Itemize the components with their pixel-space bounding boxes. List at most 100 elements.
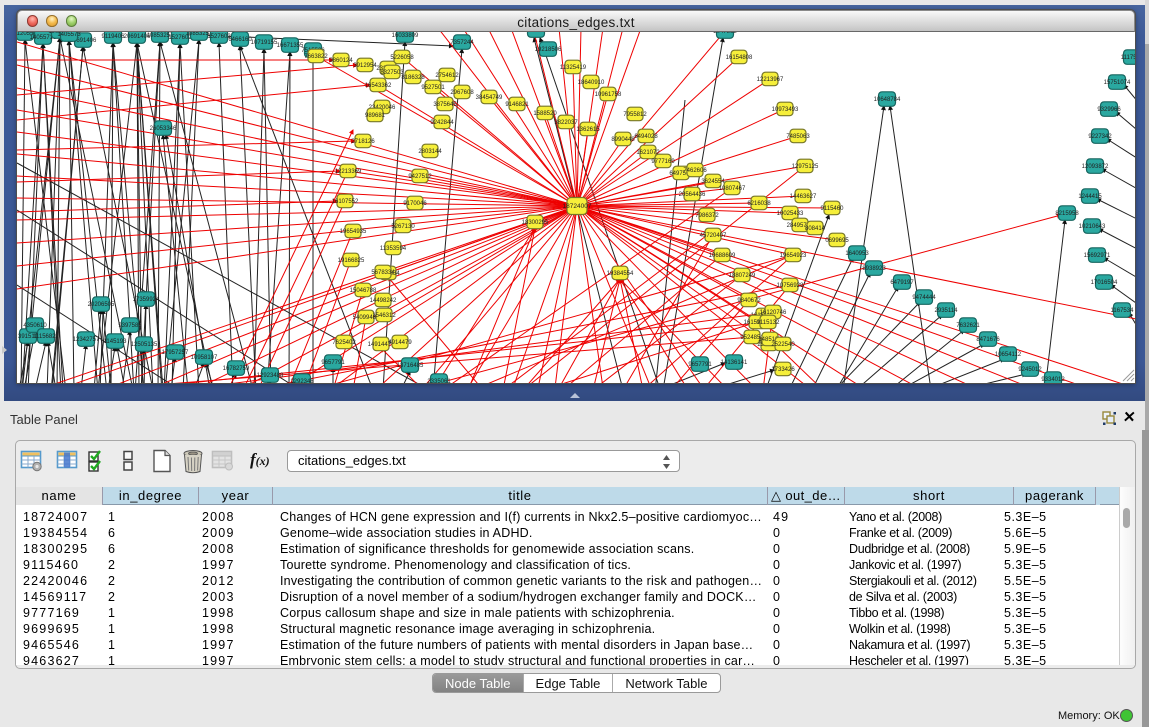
svg-text:9245012: 9245012 (1018, 367, 1042, 373)
svg-text:9334012: 9334012 (1041, 377, 1065, 383)
svg-text:4350610: 4350610 (23, 323, 47, 329)
svg-text:9860124: 9860124 (329, 58, 353, 64)
svg-text:12923488: 12923488 (257, 373, 284, 379)
svg-text:5226058: 5226058 (390, 55, 414, 61)
svg-text:9119406: 9119406 (102, 34, 126, 40)
svg-text:8990448: 8990448 (611, 137, 635, 143)
svg-text:1167534: 1167534 (1111, 308, 1135, 314)
svg-text:9329966: 9329966 (1097, 107, 1121, 113)
svg-text:989681: 989681 (365, 113, 386, 119)
svg-text:6494028: 6494028 (634, 134, 658, 140)
svg-text:13716485: 13716485 (397, 363, 424, 369)
svg-text:808414: 808414 (805, 226, 826, 232)
svg-text:2754612: 2754612 (435, 73, 459, 79)
svg-text:19166825: 19166825 (338, 258, 365, 264)
svg-text:7462606: 7462606 (683, 168, 707, 174)
svg-text:3822037: 3822037 (554, 120, 578, 126)
svg-text:16154808: 16154808 (726, 55, 753, 61)
svg-text:2803144: 2803144 (418, 149, 442, 155)
svg-text:19654935: 19654935 (340, 229, 367, 235)
svg-text:16033809: 16033809 (392, 33, 419, 39)
svg-text:9242844: 9242844 (430, 120, 454, 126)
svg-text:20206505: 20206505 (88, 302, 115, 308)
svg-text:10688609: 10688609 (709, 253, 736, 259)
svg-text:9657791: 9657791 (321, 360, 345, 366)
svg-text:2335061: 2335061 (427, 379, 451, 383)
svg-text:12342757: 12342757 (73, 337, 100, 343)
svg-text:1733426: 1733426 (771, 367, 795, 373)
svg-text:2935114: 2935114 (935, 308, 959, 314)
svg-text:12505135: 12505135 (131, 342, 158, 348)
svg-text:9777169: 9777169 (651, 159, 675, 165)
svg-text:10025433: 10025433 (777, 211, 804, 217)
svg-text:7986372: 7986372 (695, 213, 719, 219)
svg-text:19384554: 19384554 (607, 271, 634, 277)
svg-text:20564436: 20564436 (679, 192, 706, 198)
svg-text:2967608: 2967608 (450, 90, 474, 96)
svg-text:3912954: 3912954 (353, 63, 377, 69)
svg-text:11156829: 11156829 (33, 334, 59, 340)
svg-text:26053346: 26053346 (150, 126, 177, 132)
svg-text:9397585: 9397585 (118, 323, 142, 329)
svg-text:10719155: 10719155 (251, 40, 278, 46)
svg-text:14463627: 14463627 (790, 194, 817, 200)
svg-text:7663822: 7663822 (304, 54, 328, 60)
svg-text:1588520: 1588520 (533, 111, 557, 117)
svg-text:12213967: 12213967 (757, 77, 784, 83)
svg-text:16107552: 16107552 (332, 199, 359, 205)
svg-text:8186328: 8186328 (401, 75, 425, 81)
svg-text:10973493: 10973493 (772, 107, 799, 113)
svg-text:12975125: 12975125 (792, 164, 819, 170)
svg-text:15046788: 15046788 (350, 288, 377, 294)
svg-text:15692971: 15692971 (1084, 253, 1111, 259)
svg-text:19654923: 19654923 (780, 253, 807, 259)
svg-text:16671355: 16671355 (277, 43, 304, 49)
svg-text:18300295: 18300295 (522, 220, 549, 226)
svg-text:10958107: 10958107 (191, 355, 218, 361)
svg-text:7357244: 7357244 (450, 40, 474, 46)
svg-text:17359924: 17359924 (133, 297, 160, 303)
svg-text:11325419: 11325419 (560, 65, 587, 71)
svg-text:9115460: 9115460 (821, 206, 845, 212)
svg-text:9115132: 9115132 (757, 320, 781, 326)
svg-text:7485063: 7485063 (786, 134, 810, 140)
svg-text:9227342: 9227342 (1088, 134, 1112, 140)
svg-text:18724007: 18724007 (563, 203, 592, 210)
svg-text:2047862: 2047862 (713, 32, 737, 35)
svg-text:16543362: 16543362 (365, 83, 392, 89)
svg-text:9527501: 9527501 (421, 85, 445, 91)
svg-text:45720407: 45720407 (700, 233, 727, 239)
svg-text:38454749: 38454749 (476, 95, 503, 101)
svg-text:10648784: 10648784 (874, 97, 901, 103)
svg-text:5678334: 5678334 (371, 270, 395, 276)
svg-text:1117534: 1117534 (1121, 55, 1135, 61)
svg-text:7625402: 7625402 (332, 340, 356, 346)
svg-text:6466160: 6466160 (228, 37, 252, 43)
svg-text:3875645: 3875645 (433, 102, 457, 108)
svg-text:18807249: 18807249 (729, 273, 756, 279)
svg-text:5267130: 5267130 (391, 224, 415, 230)
svg-text:9146821: 9146821 (505, 102, 529, 108)
svg-text:7632621: 7632621 (956, 323, 980, 329)
svg-text:2718126: 2718126 (351, 139, 375, 145)
svg-text:9840672: 9840672 (737, 298, 761, 304)
svg-text:9170046: 9170046 (403, 201, 427, 207)
svg-text:19218506: 19218506 (535, 47, 562, 53)
svg-text:14136141: 14136141 (721, 360, 748, 366)
svg-text:8215958: 8215958 (1055, 211, 1079, 217)
svg-text:1145193: 1145193 (104, 339, 128, 345)
svg-text:6479197: 6479197 (890, 280, 914, 286)
svg-text:11353594: 11353594 (380, 246, 407, 252)
svg-text:10210643: 10210643 (1079, 224, 1106, 230)
svg-text:10961758: 10961758 (595, 92, 622, 98)
svg-text:12213369: 12213369 (335, 169, 362, 175)
svg-text:1244415: 1244415 (1078, 194, 1102, 200)
svg-text:7955812: 7955812 (623, 112, 647, 118)
svg-text:12093872: 12093872 (1082, 164, 1109, 170)
svg-text:17957257: 17957257 (162, 350, 189, 356)
svg-text:9474444: 9474444 (912, 295, 936, 301)
svg-text:18640910: 18640910 (578, 80, 605, 86)
svg-text:2522540: 2522540 (771, 342, 795, 348)
svg-text:1292348: 1292348 (290, 379, 314, 383)
svg-text:1640953: 1640953 (845, 251, 869, 257)
